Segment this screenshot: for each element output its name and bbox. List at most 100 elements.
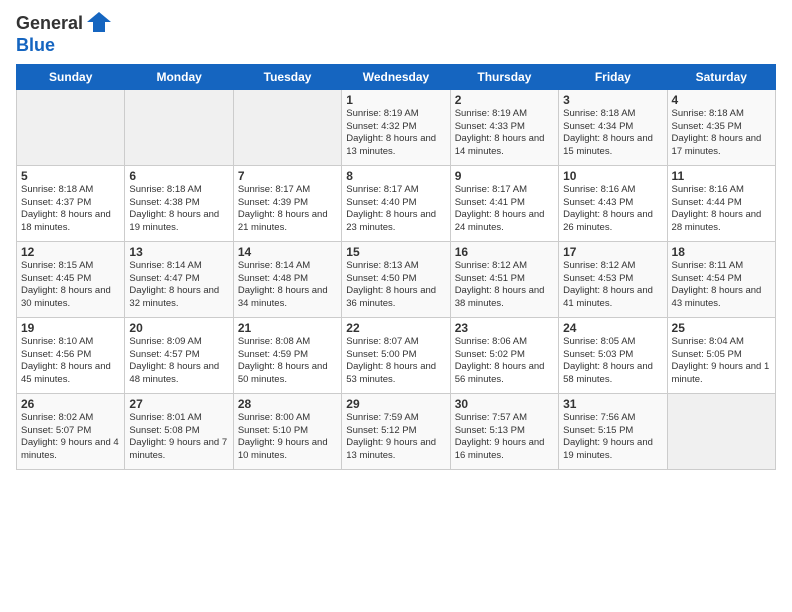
- day-info: Sunrise: 8:10 AM Sunset: 4:56 PM Dayligh…: [21, 336, 120, 387]
- calendar-cell: 17Sunrise: 8:12 AM Sunset: 4:53 PM Dayli…: [559, 241, 667, 317]
- calendar-cell: 24Sunrise: 8:05 AM Sunset: 5:03 PM Dayli…: [559, 317, 667, 393]
- day-info: Sunrise: 8:07 AM Sunset: 5:00 PM Dayligh…: [346, 336, 445, 387]
- day-number: 17: [563, 245, 662, 259]
- week-row-5: 26Sunrise: 8:02 AM Sunset: 5:07 PM Dayli…: [17, 393, 776, 469]
- weekday-header-wednesday: Wednesday: [342, 64, 450, 89]
- day-number: 24: [563, 321, 662, 335]
- day-number: 19: [21, 321, 120, 335]
- calendar-cell: 13Sunrise: 8:14 AM Sunset: 4:47 PM Dayli…: [125, 241, 233, 317]
- weekday-header-row: SundayMondayTuesdayWednesdayThursdayFrid…: [17, 64, 776, 89]
- calendar-cell: 31Sunrise: 7:56 AM Sunset: 5:15 PM Dayli…: [559, 393, 667, 469]
- header: General Blue: [16, 12, 776, 56]
- day-info: Sunrise: 8:11 AM Sunset: 4:54 PM Dayligh…: [672, 260, 771, 311]
- day-number: 8: [346, 169, 445, 183]
- calendar-cell: 25Sunrise: 8:04 AM Sunset: 5:05 PM Dayli…: [667, 317, 775, 393]
- day-number: 30: [455, 397, 554, 411]
- logo-blue-text: Blue: [16, 35, 55, 55]
- weekday-header-tuesday: Tuesday: [233, 64, 341, 89]
- calendar-cell: 15Sunrise: 8:13 AM Sunset: 4:50 PM Dayli…: [342, 241, 450, 317]
- day-info: Sunrise: 8:14 AM Sunset: 4:48 PM Dayligh…: [238, 260, 337, 311]
- day-number: 25: [672, 321, 771, 335]
- calendar-cell: 14Sunrise: 8:14 AM Sunset: 4:48 PM Dayli…: [233, 241, 341, 317]
- calendar-cell: 10Sunrise: 8:16 AM Sunset: 4:43 PM Dayli…: [559, 165, 667, 241]
- calendar-cell: 28Sunrise: 8:00 AM Sunset: 5:10 PM Dayli…: [233, 393, 341, 469]
- day-number: 14: [238, 245, 337, 259]
- calendar-cell: 6Sunrise: 8:18 AM Sunset: 4:38 PM Daylig…: [125, 165, 233, 241]
- day-info: Sunrise: 8:14 AM Sunset: 4:47 PM Dayligh…: [129, 260, 228, 311]
- day-info: Sunrise: 8:18 AM Sunset: 4:38 PM Dayligh…: [129, 184, 228, 235]
- day-info: Sunrise: 8:13 AM Sunset: 4:50 PM Dayligh…: [346, 260, 445, 311]
- day-number: 16: [455, 245, 554, 259]
- calendar-cell: 19Sunrise: 8:10 AM Sunset: 4:56 PM Dayli…: [17, 317, 125, 393]
- calendar-cell: [233, 89, 341, 165]
- calendar-cell: 27Sunrise: 8:01 AM Sunset: 5:08 PM Dayli…: [125, 393, 233, 469]
- day-info: Sunrise: 8:17 AM Sunset: 4:40 PM Dayligh…: [346, 184, 445, 235]
- day-info: Sunrise: 8:18 AM Sunset: 4:35 PM Dayligh…: [672, 108, 771, 159]
- day-info: Sunrise: 8:16 AM Sunset: 4:43 PM Dayligh…: [563, 184, 662, 235]
- day-info: Sunrise: 8:00 AM Sunset: 5:10 PM Dayligh…: [238, 412, 337, 463]
- calendar-table: SundayMondayTuesdayWednesdayThursdayFrid…: [16, 64, 776, 470]
- day-info: Sunrise: 7:59 AM Sunset: 5:12 PM Dayligh…: [346, 412, 445, 463]
- calendar-cell: 21Sunrise: 8:08 AM Sunset: 4:59 PM Dayli…: [233, 317, 341, 393]
- calendar-cell: 5Sunrise: 8:18 AM Sunset: 4:37 PM Daylig…: [17, 165, 125, 241]
- calendar-cell: 29Sunrise: 7:59 AM Sunset: 5:12 PM Dayli…: [342, 393, 450, 469]
- day-info: Sunrise: 8:04 AM Sunset: 5:05 PM Dayligh…: [672, 336, 771, 387]
- day-number: 10: [563, 169, 662, 183]
- calendar-cell: 26Sunrise: 8:02 AM Sunset: 5:07 PM Dayli…: [17, 393, 125, 469]
- day-number: 28: [238, 397, 337, 411]
- day-number: 1: [346, 93, 445, 107]
- day-number: 11: [672, 169, 771, 183]
- day-info: Sunrise: 7:56 AM Sunset: 5:15 PM Dayligh…: [563, 412, 662, 463]
- day-info: Sunrise: 8:09 AM Sunset: 4:57 PM Dayligh…: [129, 336, 228, 387]
- day-info: Sunrise: 7:57 AM Sunset: 5:13 PM Dayligh…: [455, 412, 554, 463]
- day-number: 20: [129, 321, 228, 335]
- calendar-cell: 16Sunrise: 8:12 AM Sunset: 4:51 PM Dayli…: [450, 241, 558, 317]
- day-info: Sunrise: 8:19 AM Sunset: 4:32 PM Dayligh…: [346, 108, 445, 159]
- day-info: Sunrise: 8:18 AM Sunset: 4:37 PM Dayligh…: [21, 184, 120, 235]
- calendar-cell: 9Sunrise: 8:17 AM Sunset: 4:41 PM Daylig…: [450, 165, 558, 241]
- calendar-cell: 3Sunrise: 8:18 AM Sunset: 4:34 PM Daylig…: [559, 89, 667, 165]
- day-number: 3: [563, 93, 662, 107]
- calendar-cell: 7Sunrise: 8:17 AM Sunset: 4:39 PM Daylig…: [233, 165, 341, 241]
- day-info: Sunrise: 8:17 AM Sunset: 4:39 PM Dayligh…: [238, 184, 337, 235]
- logo-icon: [85, 8, 113, 36]
- calendar-cell: 4Sunrise: 8:18 AM Sunset: 4:35 PM Daylig…: [667, 89, 775, 165]
- week-row-2: 5Sunrise: 8:18 AM Sunset: 4:37 PM Daylig…: [17, 165, 776, 241]
- calendar-cell: 22Sunrise: 8:07 AM Sunset: 5:00 PM Dayli…: [342, 317, 450, 393]
- day-number: 4: [672, 93, 771, 107]
- calendar-cell: 12Sunrise: 8:15 AM Sunset: 4:45 PM Dayli…: [17, 241, 125, 317]
- day-number: 26: [21, 397, 120, 411]
- weekday-header-saturday: Saturday: [667, 64, 775, 89]
- day-number: 12: [21, 245, 120, 259]
- calendar-cell: [17, 89, 125, 165]
- day-info: Sunrise: 8:16 AM Sunset: 4:44 PM Dayligh…: [672, 184, 771, 235]
- calendar-cell: 18Sunrise: 8:11 AM Sunset: 4:54 PM Dayli…: [667, 241, 775, 317]
- day-info: Sunrise: 8:18 AM Sunset: 4:34 PM Dayligh…: [563, 108, 662, 159]
- day-number: 2: [455, 93, 554, 107]
- day-info: Sunrise: 8:12 AM Sunset: 4:53 PM Dayligh…: [563, 260, 662, 311]
- weekday-header-thursday: Thursday: [450, 64, 558, 89]
- day-info: Sunrise: 8:05 AM Sunset: 5:03 PM Dayligh…: [563, 336, 662, 387]
- day-info: Sunrise: 8:02 AM Sunset: 5:07 PM Dayligh…: [21, 412, 120, 463]
- calendar-cell: 30Sunrise: 7:57 AM Sunset: 5:13 PM Dayli…: [450, 393, 558, 469]
- calendar-cell: 11Sunrise: 8:16 AM Sunset: 4:44 PM Dayli…: [667, 165, 775, 241]
- day-info: Sunrise: 8:15 AM Sunset: 4:45 PM Dayligh…: [21, 260, 120, 311]
- day-info: Sunrise: 8:12 AM Sunset: 4:51 PM Dayligh…: [455, 260, 554, 311]
- weekday-header-friday: Friday: [559, 64, 667, 89]
- calendar-cell: 1Sunrise: 8:19 AM Sunset: 4:32 PM Daylig…: [342, 89, 450, 165]
- day-number: 15: [346, 245, 445, 259]
- logo-general-text: General: [16, 13, 83, 33]
- day-number: 31: [563, 397, 662, 411]
- day-number: 29: [346, 397, 445, 411]
- day-number: 22: [346, 321, 445, 335]
- day-info: Sunrise: 8:19 AM Sunset: 4:33 PM Dayligh…: [455, 108, 554, 159]
- calendar-cell: [667, 393, 775, 469]
- day-number: 13: [129, 245, 228, 259]
- day-info: Sunrise: 8:06 AM Sunset: 5:02 PM Dayligh…: [455, 336, 554, 387]
- calendar-cell: 23Sunrise: 8:06 AM Sunset: 5:02 PM Dayli…: [450, 317, 558, 393]
- calendar-cell: 8Sunrise: 8:17 AM Sunset: 4:40 PM Daylig…: [342, 165, 450, 241]
- day-info: Sunrise: 8:17 AM Sunset: 4:41 PM Dayligh…: [455, 184, 554, 235]
- day-number: 18: [672, 245, 771, 259]
- weekday-header-monday: Monday: [125, 64, 233, 89]
- day-number: 7: [238, 169, 337, 183]
